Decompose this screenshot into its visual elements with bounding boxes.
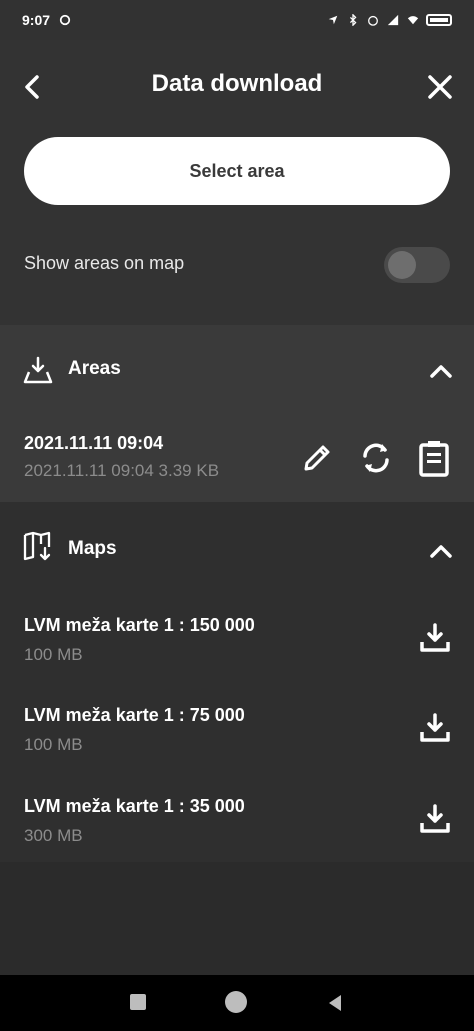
maps-header[interactable]: Maps bbox=[0, 502, 474, 592]
battery-icon bbox=[426, 14, 452, 26]
map-item[interactable]: LVM meža karte 1 : 75 000 100 MB bbox=[0, 695, 474, 765]
header: Data download bbox=[0, 40, 474, 136]
area-item[interactable]: 2021.11.11 09:04 2021.11.11 09:04 3.39 K… bbox=[0, 425, 474, 495]
sync-icon bbox=[59, 14, 71, 26]
map-size: 100 MB bbox=[24, 645, 83, 664]
status-left: 9:07 bbox=[22, 12, 72, 28]
status-time: 9:07 bbox=[22, 12, 51, 28]
delete-icon[interactable] bbox=[416, 439, 452, 477]
status-right bbox=[326, 14, 452, 26]
download-icon[interactable] bbox=[418, 711, 452, 745]
area-subtitle: 2021.11.11 09:04 3.39 KB bbox=[24, 461, 220, 480]
areas-header[interactable]: Areas bbox=[0, 325, 474, 415]
edit-icon[interactable] bbox=[298, 439, 334, 477]
status-bar: 9:07 bbox=[0, 0, 474, 40]
close-icon[interactable] bbox=[426, 73, 454, 101]
page-title: Data download bbox=[151, 70, 323, 97]
maps-title: Maps bbox=[68, 538, 117, 559]
area-title: 2021.11.11 09:04 bbox=[24, 433, 164, 453]
download-area-icon bbox=[23, 356, 53, 384]
signal-icon bbox=[387, 14, 399, 26]
toggle-knob bbox=[388, 251, 416, 279]
home-icon[interactable] bbox=[225, 991, 247, 1013]
chevron-up-icon[interactable] bbox=[428, 359, 454, 383]
alarm-icon bbox=[368, 15, 378, 26]
show-areas-toggle[interactable] bbox=[384, 247, 450, 283]
map-title: LVM meža karte 1 : 35 000 bbox=[24, 796, 245, 816]
map-title: LVM meža karte 1 : 150 000 bbox=[24, 615, 255, 635]
download-icon[interactable] bbox=[418, 621, 452, 655]
refresh-icon[interactable] bbox=[358, 439, 394, 477]
map-title: LVM meža karte 1 : 75 000 bbox=[24, 705, 245, 725]
empty-content-area bbox=[0, 862, 474, 975]
areas-section: Areas 2021.11.11 09:04 2021.11.11 09:04 … bbox=[0, 325, 474, 502]
location-icon bbox=[328, 15, 338, 25]
maps-section: Maps LVM meža karte 1 : 150 000 100 MB L… bbox=[0, 502, 474, 862]
map-size: 100 MB bbox=[24, 735, 83, 754]
wifi-icon bbox=[407, 16, 419, 25]
map-size: 300 MB bbox=[24, 826, 83, 845]
show-areas-label: Show areas on map bbox=[24, 253, 185, 273]
chevron-up-icon[interactable] bbox=[428, 539, 454, 563]
bluetooth-icon bbox=[349, 14, 357, 26]
top-panel: Data download Select area Show areas on … bbox=[0, 40, 474, 325]
recents-icon[interactable] bbox=[130, 994, 146, 1010]
select-area-button[interactable]: Select area bbox=[24, 137, 450, 205]
map-download-icon bbox=[23, 531, 51, 561]
back-triangle-icon[interactable] bbox=[326, 993, 344, 1013]
map-item[interactable]: LVM meža karte 1 : 35 000 300 MB bbox=[0, 786, 474, 856]
map-item[interactable]: LVM meža karte 1 : 150 000 100 MB bbox=[0, 605, 474, 675]
download-icon[interactable] bbox=[418, 802, 452, 836]
areas-title: Areas bbox=[68, 358, 121, 379]
system-nav-bar bbox=[0, 975, 474, 1031]
